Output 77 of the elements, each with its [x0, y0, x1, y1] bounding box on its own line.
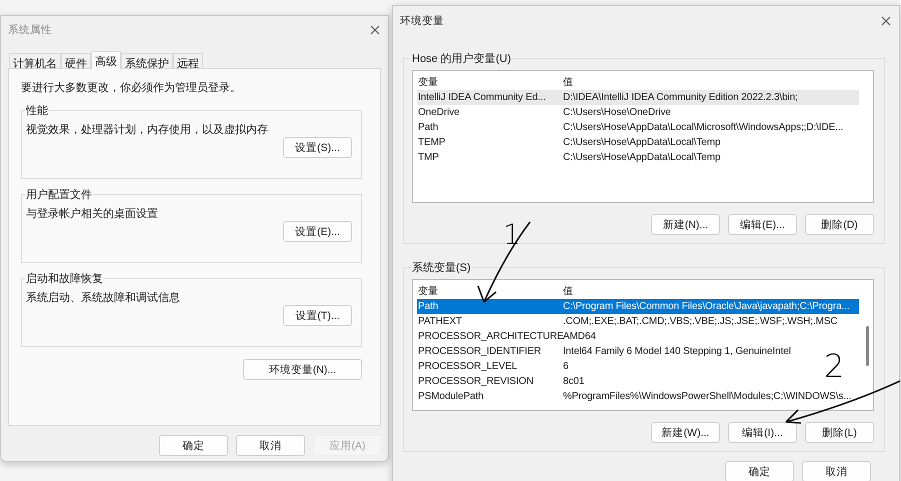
environment-variables-button[interactable]: 环境变量(N)... [243, 359, 362, 380]
variable-row[interactable]: OneDrive C:\Users\Hose\OneDrive [417, 105, 671, 120]
variable-value: 6 [562, 361, 568, 372]
close-icon[interactable] [881, 16, 891, 26]
column-header[interactable]: 变量 [417, 284, 562, 298]
variable-row[interactable]: PROCESSOR_LEVEL 6 [417, 359, 568, 374]
dialog-button[interactable]: 编辑(E)... [728, 214, 797, 235]
variable-value: Intel64 Family 6 Model 140 Stepping 1, GenuineIntel [562, 346, 791, 357]
handwritten-number: 2 [824, 350, 844, 382]
variable-row[interactable]: IntelliJ IDEA Community Ed... D:\IDEA\IntelliJ IDEA Community Edition 2022.2.3\bin; [417, 90, 859, 105]
settings-button[interactable]: 设置(T)... [283, 305, 352, 326]
tab[interactable]: 远程 [173, 53, 203, 68]
dialog-button[interactable]: 确定 [159, 435, 228, 456]
variable-name: IntelliJ IDEA Community Ed... [417, 92, 547, 103]
close-icon[interactable] [370, 25, 380, 35]
tab[interactable]: 系统保护 [121, 53, 173, 68]
variable-value: C:\Program Files\Common Files\Oracle\Java\javapath;C:\Progra... [562, 301, 851, 312]
tab[interactable]: 计算机名 [9, 53, 61, 68]
group-description: 视觉效果，处理器计划，内存使用，以及虚拟内存 [26, 122, 268, 137]
variable-row[interactable]: PROCESSOR_IDENTIFIER Intel64 Family 6 Model 140 Stepping 1, GenuineIntel [417, 344, 791, 359]
tab[interactable]: 硬件 [61, 53, 91, 68]
variable-row[interactable]: Path C:\Program Files\Common Files\Oracle\Java\javapath;C:\Progra... [417, 299, 859, 314]
column-header[interactable]: 值 [562, 284, 573, 298]
variable-row[interactable]: TEMP C:\Users\Hose\AppData\Local\Temp [417, 135, 720, 150]
variable-name: PROCESSOR_IDENTIFIER [417, 346, 542, 357]
variable-name: OneDrive [417, 107, 460, 118]
group-title: 启动和故障恢复 [25, 272, 104, 286]
variable-name: PROCESSOR_ARCHITECTURE [417, 331, 562, 342]
group-title: Hose 的用户变量(U) [411, 52, 512, 66]
dialog-button[interactable]: 编辑(I)... [728, 422, 797, 443]
group-description: 系统启动、系统故障和调试信息 [26, 290, 180, 305]
dialog-button[interactable]: 删除(D) [805, 214, 874, 235]
column-header[interactable]: 变量 [417, 75, 562, 89]
variable-name: Path [417, 301, 440, 312]
variable-name: PATHEXT [417, 316, 463, 327]
variable-row[interactable]: PSModulePath %ProgramFiles%\WindowsPowerShell\Modules;C:\WINDOWS\s... [417, 389, 852, 404]
variable-row[interactable]: PROCESSOR_ARCHITECTUREAMD64 [417, 329, 596, 344]
dialog-button[interactable]: 新建(W)... [651, 422, 720, 443]
variable-value: AMD64 [563, 331, 596, 342]
dialog-button[interactable]: 确定 [725, 461, 794, 481]
variable-value: D:\IDEA\IntelliJ IDEA Community Edition 2022.2.3\bin; [562, 92, 799, 103]
window-title: 系统属性 [8, 23, 52, 37]
variable-list[interactable] [412, 70, 874, 203]
scrollbar[interactable] [866, 326, 869, 366]
tab[interactable]: 高级 [91, 51, 121, 69]
variable-value: C:\Users\Hose\AppData\Local\Microsoft\WindowsApps;;D:\IDE... [562, 122, 844, 133]
window-title: 环境变量 [400, 14, 444, 28]
column-header[interactable]: 值 [562, 75, 573, 89]
variable-value: C:\Users\Hose\OneDrive [562, 107, 671, 118]
variable-name: PSModulePath [417, 391, 485, 402]
variable-name: PROCESSOR_REVISION [417, 376, 534, 387]
variable-list[interactable] [412, 279, 874, 411]
group-title: 系统变量(S) [411, 260, 472, 275]
dialog-button[interactable]: 删除(L) [805, 422, 874, 443]
settings-button[interactable]: 设置(S)... [283, 137, 352, 158]
dialog-button[interactable]: 新建(N)... [651, 214, 720, 235]
handwritten-number: 1 [503, 221, 521, 249]
variable-value: C:\Users\Hose\AppData\Local\Temp [562, 137, 720, 148]
variable-name: TEMP [417, 137, 446, 148]
variable-row[interactable]: PROCESSOR_REVISION 8c01 [417, 374, 584, 389]
group-title: 用户配置文件 [25, 188, 93, 202]
variable-value: C:\Users\Hose\AppData\Local\Temp [562, 152, 720, 163]
variable-value: .COM;.EXE;.BAT;.CMD;.VBS;.VBE;.JS;.JSE;.WSF;.WSH;.MSC [562, 316, 838, 327]
variable-name: TMP [417, 152, 440, 163]
dialog-button[interactable]: 取消 [236, 435, 305, 456]
admin-note: 要进行大多数更改，你必须作为管理员登录。 [21, 80, 241, 95]
variable-row[interactable]: PATHEXT .COM;.EXE;.BAT;.CMD;.VBS;.VBE;.JS;.JSE;.WSF;.WSH;.MSC [417, 314, 838, 329]
variable-value: %ProgramFiles%\WindowsPowerShell\Modules;C:\WINDOWS\s... [562, 391, 852, 402]
variable-name: Path [417, 122, 440, 133]
variable-value: 8c01 [562, 376, 584, 387]
group-title: 性能 [25, 104, 49, 118]
group-description: 与登录帐户相关的桌面设置 [26, 206, 158, 221]
settings-button[interactable]: 设置(E)... [283, 221, 352, 242]
dialog-button[interactable]: 取消 [802, 461, 871, 481]
variable-name: PROCESSOR_LEVEL [417, 361, 518, 372]
variable-row[interactable]: TMP C:\Users\Hose\AppData\Local\Temp [417, 150, 720, 165]
variable-row[interactable]: Path C:\Users\Hose\AppData\Local\Microsoft\WindowsApps;;D:\IDE... [417, 120, 844, 135]
